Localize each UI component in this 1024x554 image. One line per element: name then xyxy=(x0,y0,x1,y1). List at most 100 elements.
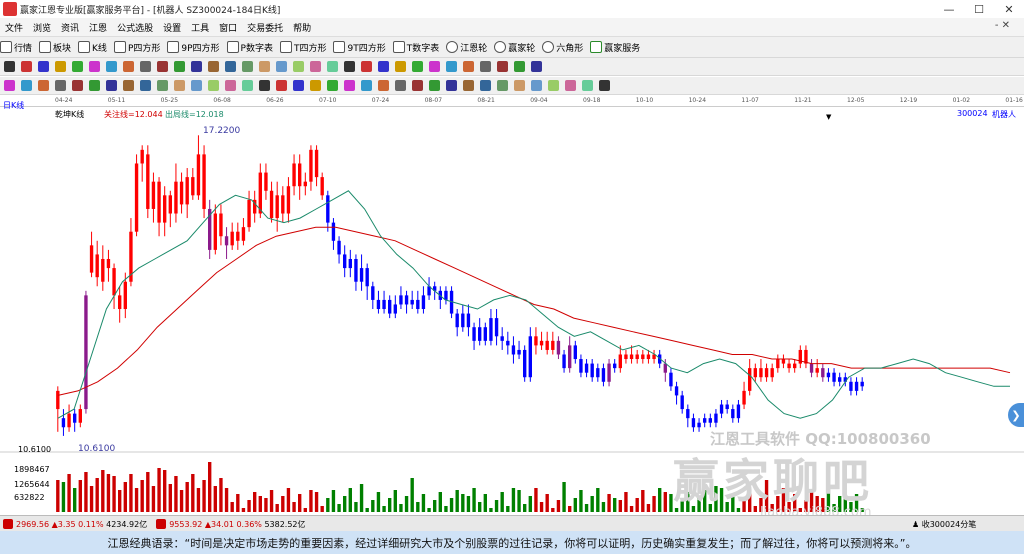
tool-icon[interactable] xyxy=(242,61,253,72)
tool-icon[interactable] xyxy=(531,61,542,72)
tool-icon[interactable] xyxy=(123,61,134,72)
tool-icon[interactable] xyxy=(106,61,117,72)
toolbar-hexagon[interactable]: 六角形 xyxy=(542,41,583,54)
tool-icon[interactable] xyxy=(157,80,168,91)
tool-icon[interactable] xyxy=(480,80,491,91)
tool-icon[interactable] xyxy=(242,80,253,91)
toolbar-9t-square[interactable]: 9T四方形 xyxy=(333,41,386,54)
toolbar-sector[interactable]: 板块 xyxy=(39,41,71,54)
tool-icon[interactable] xyxy=(463,80,474,91)
index2-quote[interactable]: 9553.92 ▲34.01 0.36% 5382.52亿 xyxy=(153,519,306,530)
tool-icon[interactable] xyxy=(412,80,423,91)
tool-icon[interactable] xyxy=(276,61,287,72)
tool-icon[interactable] xyxy=(72,80,83,91)
toolbar-winner-wheel[interactable]: 赢家轮 xyxy=(494,41,535,54)
tool-icon[interactable] xyxy=(361,80,372,91)
tool-icon[interactable] xyxy=(327,61,338,72)
candle-body xyxy=(534,336,538,346)
candle-body xyxy=(84,295,88,410)
minimize-button[interactable]: — xyxy=(934,0,964,18)
tool-icon[interactable] xyxy=(259,61,270,72)
tool-icon[interactable] xyxy=(293,80,304,91)
tool-icon[interactable] xyxy=(72,61,83,72)
toolbar-p-square[interactable]: P四方形 xyxy=(113,41,160,54)
toolbar-p-table[interactable]: P数字表 xyxy=(226,41,273,54)
tool-icon[interactable] xyxy=(208,80,219,91)
tool-icon[interactable] xyxy=(38,61,49,72)
tool-icon[interactable] xyxy=(174,80,185,91)
tool-icon[interactable] xyxy=(123,80,134,91)
tool-icon[interactable] xyxy=(344,61,355,72)
tool-icon[interactable] xyxy=(276,80,287,91)
tool-icon[interactable] xyxy=(582,80,593,91)
tool-icon[interactable] xyxy=(395,61,406,72)
toolbar-gann-wheel[interactable]: 江恩轮 xyxy=(446,41,487,54)
tool-icon[interactable] xyxy=(378,61,389,72)
tool-icon[interactable] xyxy=(4,80,15,91)
tool-icon[interactable] xyxy=(310,61,321,72)
close-button[interactable]: ✕ xyxy=(994,0,1024,18)
tool-icon[interactable] xyxy=(327,80,338,91)
tool-icon[interactable] xyxy=(446,80,457,91)
tool-icon[interactable] xyxy=(310,80,321,91)
menu-tools[interactable]: 工具 xyxy=(186,21,214,34)
toolbar-t-table[interactable]: T数字表 xyxy=(392,41,439,54)
index1-quote[interactable]: 2969.56 ▲3.35 0.11% 4234.92亿 xyxy=(0,519,147,530)
tool-icon[interactable] xyxy=(497,80,508,91)
toolbar-kline[interactable]: K线 xyxy=(78,41,107,54)
tool-icon[interactable] xyxy=(531,80,542,91)
toolbar-t-square[interactable]: T四方形 xyxy=(279,41,326,54)
tool-icon[interactable] xyxy=(89,80,100,91)
tool-icon[interactable] xyxy=(191,61,202,72)
tool-icon[interactable] xyxy=(480,61,491,72)
menu-trade[interactable]: 交易委托 xyxy=(242,21,288,34)
menu-settings[interactable]: 设置 xyxy=(158,21,186,34)
toolbar-service[interactable]: 赢家服务 xyxy=(590,41,640,54)
tool-icon[interactable] xyxy=(293,61,304,72)
tool-icon[interactable] xyxy=(106,80,117,91)
tool-icon[interactable] xyxy=(157,61,168,72)
menu-gann[interactable]: 江恩 xyxy=(84,21,112,34)
tick-data-label[interactable]: ♟ 收300024分笔 xyxy=(912,519,976,530)
tool-icon[interactable] xyxy=(429,80,440,91)
tool-icon[interactable] xyxy=(21,80,32,91)
tool-icon[interactable] xyxy=(225,61,236,72)
tool-icon[interactable] xyxy=(548,80,559,91)
tool-icon[interactable] xyxy=(344,80,355,91)
tool-icon[interactable] xyxy=(565,80,576,91)
tool-icon[interactable] xyxy=(446,61,457,72)
tool-icon[interactable] xyxy=(38,80,49,91)
maximize-button[interactable]: ☐ xyxy=(964,0,994,18)
menu-file[interactable]: 文件 xyxy=(0,21,28,34)
tool-icon[interactable] xyxy=(514,80,525,91)
tool-icon[interactable] xyxy=(395,80,406,91)
tool-icon[interactable] xyxy=(140,61,151,72)
tool-icon[interactable] xyxy=(191,80,202,91)
tool-icon[interactable] xyxy=(174,61,185,72)
tool-icon[interactable] xyxy=(140,80,151,91)
tool-icon[interactable] xyxy=(55,61,66,72)
tool-icon[interactable] xyxy=(225,80,236,91)
tool-icon[interactable] xyxy=(259,80,270,91)
tool-icon[interactable] xyxy=(55,80,66,91)
tool-icon[interactable] xyxy=(429,61,440,72)
mdi-close-button[interactable]: - ✕ xyxy=(995,20,1010,31)
tool-icon[interactable] xyxy=(89,61,100,72)
tool-icon[interactable] xyxy=(412,61,423,72)
tool-icon[interactable] xyxy=(208,61,219,72)
toolbar-quote[interactable]: 行情 xyxy=(0,41,32,54)
tool-icon[interactable] xyxy=(378,80,389,91)
tool-icon[interactable] xyxy=(21,61,32,72)
tool-icon[interactable] xyxy=(514,61,525,72)
tool-icon[interactable] xyxy=(361,61,372,72)
menu-browse[interactable]: 浏览 xyxy=(28,21,56,34)
tool-icon[interactable] xyxy=(463,61,474,72)
menu-help[interactable]: 帮助 xyxy=(288,21,316,34)
menu-formula[interactable]: 公式选股 xyxy=(112,21,158,34)
menu-info[interactable]: 资讯 xyxy=(56,21,84,34)
menu-window[interactable]: 窗口 xyxy=(214,21,242,34)
tool-icon[interactable] xyxy=(497,61,508,72)
tool-icon[interactable] xyxy=(4,61,15,72)
toolbar-9p-square[interactable]: 9P四方形 xyxy=(167,41,220,54)
tool-icon[interactable] xyxy=(599,80,610,91)
